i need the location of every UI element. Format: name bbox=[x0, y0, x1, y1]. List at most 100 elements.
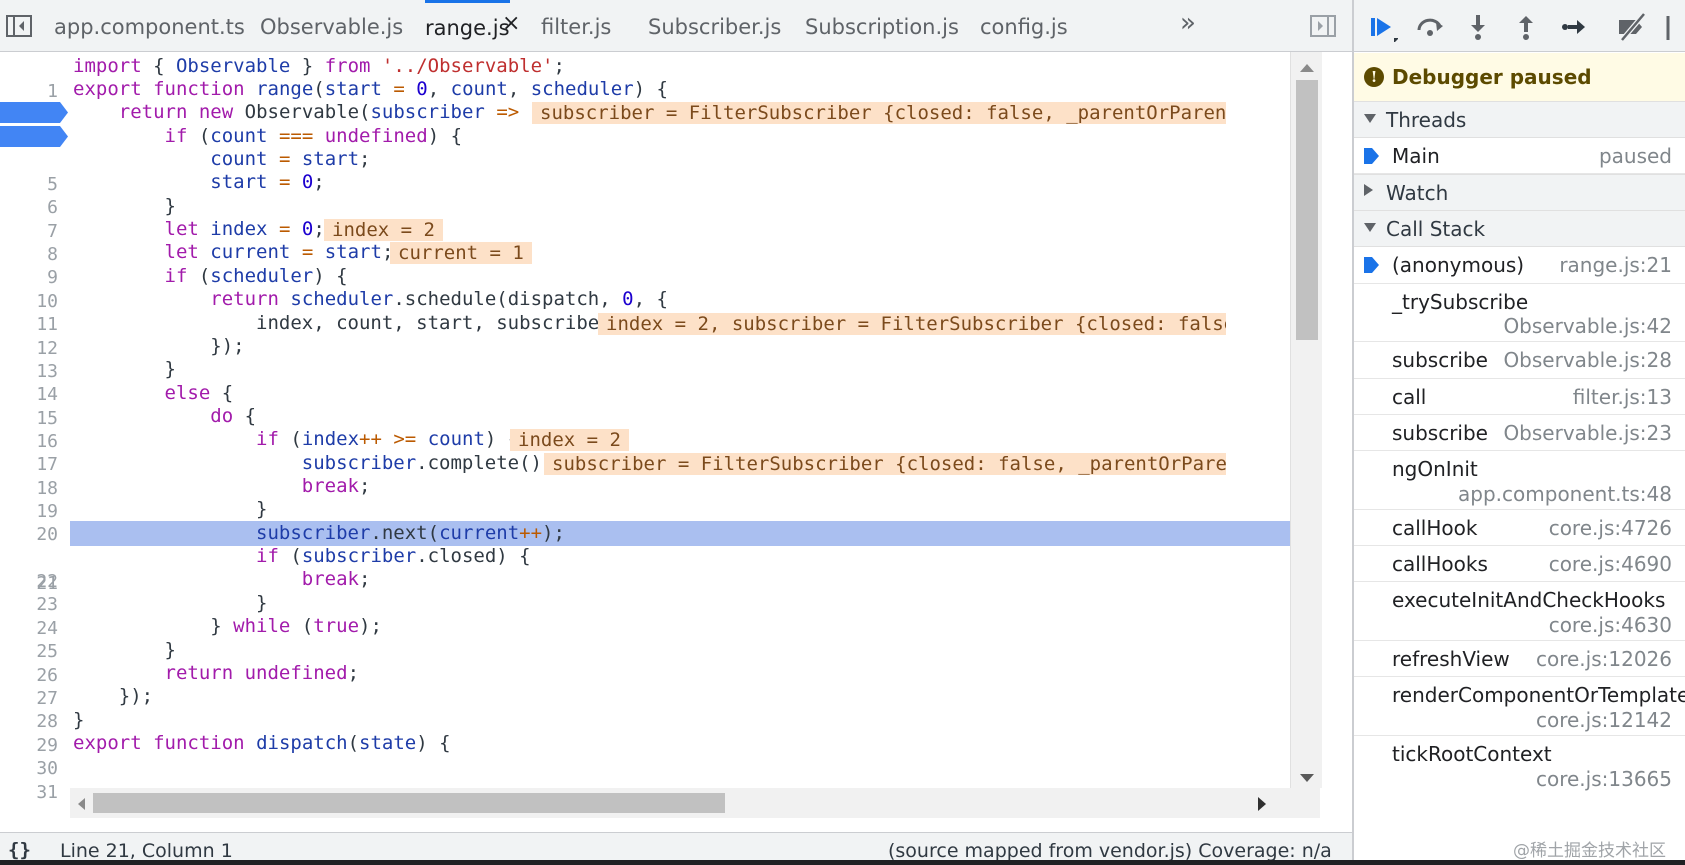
horizontal-scroll-thumb[interactable] bbox=[93, 793, 725, 813]
tab-subscriber-js[interactable]: Subscriber.js bbox=[648, 0, 781, 52]
call-frame-row[interactable]: executeInitAndCheckHooks core.js:4630 bbox=[1354, 582, 1685, 641]
frame-name: executeInitAndCheckHooks bbox=[1392, 588, 1666, 612]
call-frame-row[interactable]: subscribe Observable.js:23 bbox=[1354, 415, 1685, 451]
code-line: 8 let index = 0; index = 2 bbox=[0, 217, 1320, 265]
code-line: 12 index, count, start, subscriber index… bbox=[0, 311, 1320, 359]
frame-location[interactable]: Observable.js:42 bbox=[1503, 314, 1672, 338]
code-line: 4 if (count === undefined) { bbox=[0, 124, 1320, 197]
frame-location[interactable]: app.component.ts:48 bbox=[1458, 482, 1672, 506]
paused-message: Debugger paused bbox=[1392, 65, 1592, 89]
frame-location[interactable]: core.js:4630 bbox=[1549, 613, 1672, 637]
frame-location[interactable]: Observable.js:28 bbox=[1503, 348, 1672, 372]
collapse-icon bbox=[1364, 114, 1376, 123]
frame-location[interactable]: core.js:12026 bbox=[1536, 647, 1672, 671]
debugger-sidebar: ! Debugger paused Threads Main paused Wa… bbox=[1354, 0, 1685, 860]
collapse-icon bbox=[1364, 223, 1376, 232]
breakpoint-marker[interactable] bbox=[0, 102, 70, 123]
tab-app-component-ts[interactable]: app.component.ts bbox=[54, 0, 245, 52]
frame-name: tickRootContext bbox=[1392, 742, 1552, 766]
frame-location[interactable]: Observable.js:23 bbox=[1503, 421, 1672, 445]
tab-range-js[interactable]: range.js bbox=[425, 0, 510, 52]
code-line: 1 import { Observable } from '../Observa… bbox=[0, 54, 1320, 102]
expand-icon bbox=[1364, 184, 1373, 196]
selected-frame-icon bbox=[1364, 257, 1379, 273]
inline-value: index = 2 bbox=[324, 219, 443, 241]
section-label: Call Stack bbox=[1386, 217, 1486, 241]
frame-location[interactable]: core.js:13665 bbox=[1536, 767, 1672, 791]
frame-name: (anonymous) bbox=[1392, 253, 1525, 277]
step-icon[interactable] bbox=[1558, 12, 1590, 42]
code-line: 30 export function dispatch(state) { bbox=[0, 731, 1320, 779]
call-frame-row[interactable]: (anonymous) range.js:21 bbox=[1354, 247, 1685, 284]
code-line: 19 break; bbox=[0, 474, 1320, 522]
more-tabs-icon[interactable]: » bbox=[1180, 8, 1196, 38]
code-line: 31 bbox=[0, 755, 1320, 803]
source-map-info[interactable]: (source mapped from vendor.js) Coverage:… bbox=[888, 840, 1332, 862]
frame-name: callHook bbox=[1392, 516, 1478, 540]
call-frame-row[interactable]: callHooks core.js:4690 bbox=[1354, 546, 1685, 582]
frame-location[interactable]: filter.js:13 bbox=[1573, 385, 1672, 409]
tab-config-js[interactable]: config.js bbox=[980, 0, 1068, 52]
deactivate-breakpoints-icon[interactable] bbox=[1616, 12, 1648, 42]
code-line: 14 } bbox=[0, 357, 1320, 405]
step-over-icon[interactable] bbox=[1414, 12, 1446, 42]
call-frame-row[interactable]: tickRootContext core.js:13665 bbox=[1354, 736, 1685, 806]
call-frame-row[interactable]: ngOnInit app.component.ts:48 bbox=[1354, 451, 1685, 510]
frame-location[interactable]: range.js:21 bbox=[1559, 253, 1672, 277]
toggle-navigator-icon[interactable] bbox=[4, 13, 34, 39]
thread-row[interactable]: Main paused bbox=[1354, 138, 1685, 174]
frame-location[interactable]: core.js:12142 bbox=[1536, 708, 1672, 732]
code-line: 22 if (subscriber.closed) { bbox=[0, 544, 1320, 592]
code-line: 5 count = start; bbox=[0, 147, 1320, 195]
vertical-scrollbar[interactable] bbox=[1290, 52, 1322, 788]
toggle-debugger-icon[interactable] bbox=[1308, 13, 1338, 39]
line-number[interactable]: 31 bbox=[0, 780, 58, 805]
tab-filter-js[interactable]: filter.js bbox=[541, 0, 611, 52]
step-into-icon[interactable] bbox=[1462, 12, 1494, 42]
scroll-left-icon[interactable] bbox=[78, 798, 85, 810]
info-icon: ! bbox=[1364, 67, 1384, 87]
call-frame-row[interactable]: call filter.js:13 bbox=[1354, 379, 1685, 415]
thread-status: paused bbox=[1598, 144, 1672, 168]
call-frame-row[interactable]: callHook core.js:4726 bbox=[1354, 510, 1685, 546]
resume-icon[interactable] bbox=[1366, 12, 1398, 42]
breakpoint-marker[interactable] bbox=[0, 126, 70, 147]
code-line: 18 subscriber.complete(); subscriber = F… bbox=[0, 451, 1320, 499]
call-frame-row[interactable]: subscribe Observable.js:28 bbox=[1354, 342, 1685, 379]
code-line: 3 return new Observable(subscriber => { … bbox=[0, 100, 1320, 173]
scroll-up-icon[interactable] bbox=[1300, 64, 1314, 72]
scroll-down-icon[interactable] bbox=[1300, 774, 1314, 782]
call-frame-row[interactable]: renderComponentOrTemplate core.js:12142 bbox=[1354, 677, 1685, 736]
code-line: 27 return undefined; bbox=[0, 661, 1320, 709]
watch-section-header[interactable]: Watch bbox=[1354, 174, 1685, 211]
frame-location[interactable]: core.js:4726 bbox=[1549, 516, 1672, 540]
tab-observable-js[interactable]: Observable.js bbox=[260, 0, 403, 52]
threads-section-header[interactable]: Threads bbox=[1354, 101, 1685, 138]
step-out-icon[interactable] bbox=[1510, 12, 1542, 42]
frame-name: _trySubscribe bbox=[1392, 290, 1529, 314]
code-line: 20 } bbox=[0, 497, 1320, 545]
horizontal-scrollbar[interactable] bbox=[70, 788, 1320, 818]
cursor-position: Line 21, Column 1 bbox=[60, 840, 233, 862]
call-frame-row[interactable]: _trySubscribe Observable.js:42 bbox=[1354, 284, 1685, 342]
close-tab-icon[interactable]: × bbox=[502, 12, 520, 36]
scroll-right-icon[interactable] bbox=[1258, 797, 1266, 811]
pause-on-exceptions-icon[interactable] bbox=[1664, 12, 1685, 42]
frame-name: ngOnInit bbox=[1392, 457, 1478, 481]
tab-subscription-js[interactable]: Subscription.js bbox=[805, 0, 959, 52]
watermark: @稀土掘金技术社区 bbox=[1513, 841, 1666, 861]
vertical-scroll-thumb[interactable] bbox=[1296, 80, 1318, 340]
code-line: 24 } bbox=[0, 591, 1320, 639]
callstack-section-header[interactable]: Call Stack bbox=[1354, 210, 1685, 247]
inline-value: index = 2 bbox=[510, 429, 629, 451]
code-line: 2 export function range(start = 0, count… bbox=[0, 77, 1320, 125]
debugger-paused-banner: ! Debugger paused bbox=[1354, 53, 1685, 103]
pretty-print-icon[interactable]: {} bbox=[8, 839, 31, 861]
frame-location[interactable]: core.js:4690 bbox=[1549, 552, 1672, 576]
frame-name: callHooks bbox=[1392, 552, 1488, 576]
call-frame-row[interactable]: refreshView core.js:12026 bbox=[1354, 641, 1685, 677]
code-line: 23 break; bbox=[0, 567, 1320, 615]
code-line: 7 } bbox=[0, 194, 1320, 242]
code-editor[interactable]: 1 import { Observable } from '../Observa… bbox=[0, 52, 1320, 832]
frame-name: subscribe bbox=[1392, 348, 1488, 372]
